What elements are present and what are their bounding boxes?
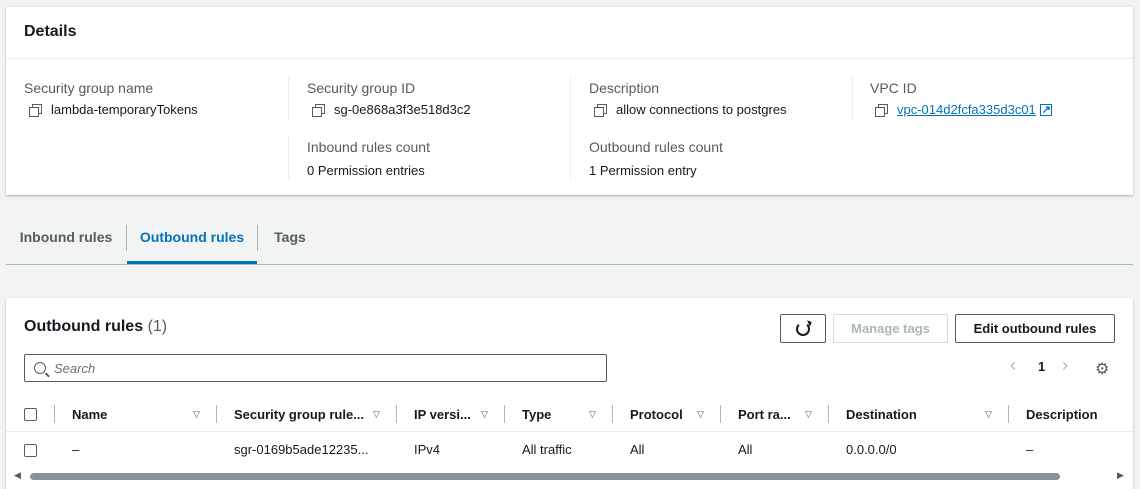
cell-name: – xyxy=(72,442,80,457)
scrollbar-thumb[interactable] xyxy=(30,473,1060,480)
sg-id-label: Security group ID xyxy=(307,80,416,96)
copy-icon[interactable] xyxy=(875,104,888,117)
outbound-rules-panel: Outbound rules (1) Manage tags Edit outb… xyxy=(6,298,1133,489)
details-panel: Details Security group name lambda-tempo… xyxy=(6,6,1133,195)
column-divider xyxy=(1008,405,1009,423)
rules-count: (1) xyxy=(147,318,168,335)
inbound-count-label: Inbound rules count xyxy=(307,139,430,155)
tab-outbound-rules[interactable]: Outbound rules xyxy=(127,212,257,264)
sg-id-field: Security group ID sg-0e868a3f3e518d3c2 xyxy=(307,79,471,119)
cell-destination: 0.0.0.0/0 xyxy=(846,442,897,457)
edit-outbound-rules-button[interactable]: Edit outbound rules xyxy=(955,314,1115,343)
sort-icon[interactable]: ▽ xyxy=(985,397,992,432)
column-divider xyxy=(720,405,721,423)
details-header: Details xyxy=(6,7,1133,59)
tab-tags[interactable]: Tags xyxy=(258,212,322,264)
refresh-button[interactable] xyxy=(780,314,826,343)
page-number[interactable]: 1 xyxy=(1038,359,1045,374)
description-value: allow connections to postgres xyxy=(616,102,787,117)
cell-rule-id: sgr-0169b5ade12235... xyxy=(234,442,369,457)
vpc-link[interactable]: vpc-014d2fcfa335d3c01 xyxy=(897,101,1036,119)
sort-icon[interactable]: ▽ xyxy=(193,397,200,432)
copy-icon[interactable] xyxy=(312,104,325,117)
sort-icon[interactable]: ▽ xyxy=(697,397,704,432)
gear-icon[interactable]: ⚙ xyxy=(1095,359,1109,379)
column-header-description[interactable]: Description xyxy=(1026,397,1098,432)
description-label: Description xyxy=(589,80,660,96)
column-divider xyxy=(612,405,613,423)
search-box xyxy=(24,354,607,382)
outbound-count-label: Outbound rules count xyxy=(589,139,723,155)
column-header-destination[interactable]: Destination xyxy=(846,397,917,432)
scroll-right-icon[interactable]: ▶ xyxy=(1117,470,1124,481)
horizontal-scrollbar[interactable]: ◀ ▶ xyxy=(6,470,1133,483)
column-divider xyxy=(216,405,217,423)
panel-title-text: Outbound rules xyxy=(24,318,144,335)
copy-icon[interactable] xyxy=(594,104,607,117)
column-divider xyxy=(828,405,829,423)
divider xyxy=(570,77,571,179)
manage-tags-button[interactable]: Manage tags xyxy=(833,314,948,343)
details-title: Details xyxy=(24,23,77,40)
inbound-count-field: Inbound rules count 0 Permission entries xyxy=(307,138,430,180)
row-checkbox[interactable] xyxy=(24,444,37,457)
search-icon xyxy=(34,362,46,374)
description-field: Description allow connections to postgre… xyxy=(589,79,787,119)
vpc-label: VPC ID xyxy=(870,80,917,96)
external-link-icon[interactable] xyxy=(1039,101,1052,119)
previous-page-icon[interactable]: ‹ xyxy=(1010,355,1016,376)
refresh-icon xyxy=(796,321,810,336)
cell-ip-version: IPv4 xyxy=(414,442,441,457)
cell-type: All traffic xyxy=(522,442,572,457)
vpc-field: VPC ID vpc-014d2fcfa335d3c01 xyxy=(870,79,1052,119)
table-header: Name ▽ Security group rule... ▽ IP versi… xyxy=(6,397,1133,432)
next-page-icon[interactable]: › xyxy=(1062,355,1068,376)
sg-name-label: Security group name xyxy=(24,80,154,96)
tab-inbound-rules[interactable]: Inbound rules xyxy=(6,212,126,264)
column-header-ip-version[interactable]: IP versi... xyxy=(414,397,471,432)
sg-id-value: sg-0e868a3f3e518d3c2 xyxy=(334,102,471,117)
cell-protocol: All xyxy=(630,442,645,457)
column-header-name[interactable]: Name xyxy=(72,397,107,432)
sort-icon[interactable]: ▽ xyxy=(589,397,596,432)
column-divider xyxy=(504,405,505,423)
column-header-port-range[interactable]: Port ra... xyxy=(738,397,791,432)
sg-name-value: lambda-temporaryTokens xyxy=(51,102,198,117)
outbound-rules-title: Outbound rules (1) xyxy=(24,318,167,336)
cell-port-range: All xyxy=(738,442,753,457)
divider xyxy=(288,135,289,179)
inbound-count-value: 0 Permission entries xyxy=(307,163,425,178)
column-header-type[interactable]: Type xyxy=(522,397,551,432)
copy-icon[interactable] xyxy=(29,104,42,117)
cell-description: – xyxy=(1026,442,1034,457)
sg-name-field: Security group name lambda-temporaryToke… xyxy=(24,79,198,119)
column-divider xyxy=(396,405,397,423)
column-header-rule-id[interactable]: Security group rule... xyxy=(234,397,364,432)
sort-icon[interactable]: ▽ xyxy=(805,397,812,432)
divider xyxy=(852,77,853,119)
select-all-checkbox[interactable] xyxy=(24,408,37,421)
sort-icon[interactable]: ▽ xyxy=(373,397,380,432)
outbound-count-field: Outbound rules count 1 Permission entry xyxy=(589,138,723,180)
outbound-count-value: 1 Permission entry xyxy=(589,163,697,178)
rules-tabs: Inbound rules Outbound rules Tags xyxy=(6,212,1133,265)
divider xyxy=(288,77,289,119)
sort-icon[interactable]: ▽ xyxy=(481,397,488,432)
column-header-protocol[interactable]: Protocol xyxy=(630,397,683,432)
scroll-left-icon[interactable]: ◀ xyxy=(14,470,21,481)
search-input[interactable] xyxy=(54,360,594,376)
column-divider xyxy=(54,405,55,423)
